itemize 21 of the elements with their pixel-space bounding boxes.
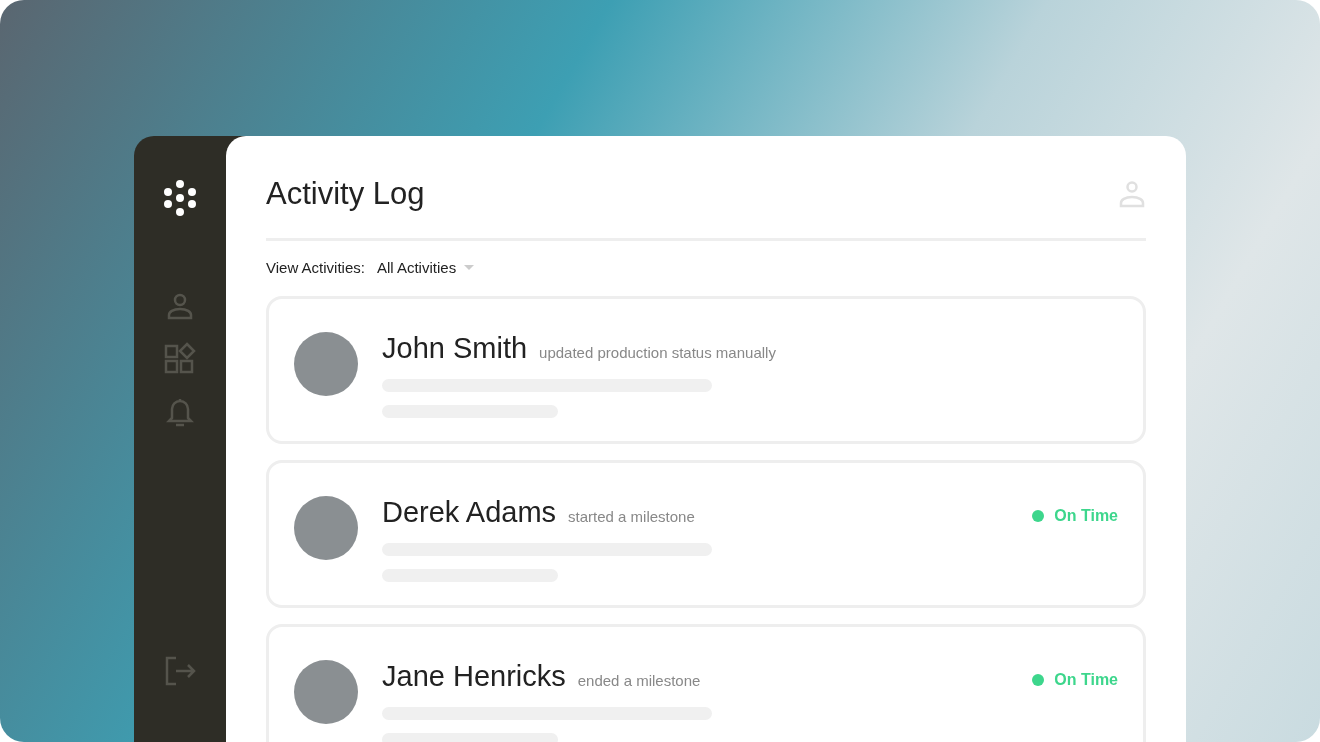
activity-card[interactable]: Jane Henricks ended a milestone On Time <box>266 624 1146 742</box>
user-icon[interactable] <box>166 292 194 320</box>
user-name: John Smith <box>382 332 528 365</box>
bell-icon[interactable] <box>166 396 194 428</box>
activity-card[interactable]: Derek Adams started a milestone On Time <box>266 460 1146 608</box>
activity-description: started a milestone <box>568 508 695 525</box>
logout-icon[interactable] <box>164 656 196 686</box>
activity-description: updated production status manually <box>539 344 776 361</box>
filter-label: View Activities: <box>266 259 365 276</box>
user-name: Derek Adams <box>382 496 557 529</box>
user-icon[interactable] <box>1118 180 1146 208</box>
apps-icon[interactable] <box>164 342 196 374</box>
activity-card[interactable]: John Smith updated production status manually <box>266 296 1146 444</box>
status-label: On Time <box>1054 507 1118 525</box>
activity-description: ended a milestone <box>577 672 701 689</box>
activity-filter-dropdown[interactable]: All Activities <box>376 259 475 276</box>
caret-icon <box>464 265 475 270</box>
user-name: Jane Henricks <box>382 660 566 693</box>
logo-icon <box>162 180 198 216</box>
status-label: On Time <box>1054 671 1118 689</box>
page-title: Activity Log <box>266 176 425 212</box>
